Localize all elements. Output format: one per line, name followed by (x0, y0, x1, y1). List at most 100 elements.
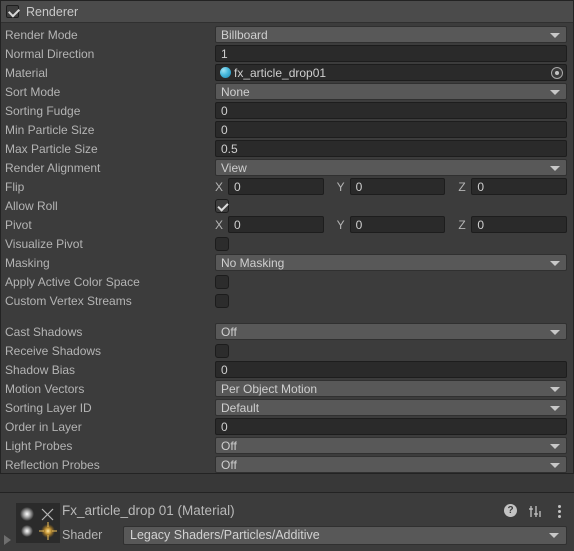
renderer-property-rows: Render Mode Billboard Normal Direction 1 Mat… (1, 23, 573, 474)
input-flip-x[interactable]: 0 (228, 178, 324, 195)
checkbox-custom-vertex-streams[interactable] (215, 293, 229, 308)
property-label: Normal Direction (5, 46, 95, 61)
renderer-title: Renderer (26, 4, 79, 19)
checkbox-wrapper (215, 235, 567, 252)
chevron-down-icon (550, 386, 560, 392)
property-label: Order in Layer (5, 419, 82, 434)
property-label: Render Alignment (5, 160, 101, 175)
menu-icon[interactable] (552, 504, 567, 519)
property-label: Custom Vertex Streams (5, 293, 132, 308)
property-label: Render Mode (5, 27, 78, 42)
property-label: Cast Shadows (5, 324, 83, 339)
input-max-particle-size[interactable]: 0.5 (215, 140, 567, 157)
help-icon[interactable]: ? (504, 504, 519, 519)
property-control: fx_article_drop01 (215, 64, 567, 81)
property-control: Billboard (215, 26, 567, 43)
property-control: Off (215, 456, 567, 473)
checkbox-receive-shadows[interactable] (215, 343, 229, 358)
checkbox-wrapper (215, 197, 567, 214)
input-sorting-fudge[interactable]: 0 (215, 102, 567, 119)
dropdown-reflection-probes[interactable]: Off (215, 456, 567, 473)
property-control (215, 273, 567, 290)
object-field-value: fx_article_drop01 (234, 65, 327, 80)
property-control (215, 342, 567, 359)
property-label: Motion Vectors (5, 381, 85, 396)
checkbox-apply-active-color-space[interactable] (215, 274, 229, 289)
material-preview-thumbnail (16, 503, 60, 543)
vector3-field: X0Y0Z0 (215, 216, 568, 233)
property-label: Receive Shadows (5, 343, 102, 358)
dropdown-light-probes[interactable]: Off (215, 437, 567, 454)
property-row: Material fx_article_drop01 (1, 63, 573, 82)
property-row: Receive Shadows (1, 341, 573, 360)
property-control: Off (215, 323, 567, 340)
material-sphere-icon (220, 67, 231, 78)
input-flip-z[interactable]: 0 (471, 178, 568, 195)
chevron-down-icon (550, 443, 560, 449)
property-row: Custom Vertex Streams (1, 291, 573, 310)
dropdown-value: Off (221, 324, 237, 339)
shader-row: Shader Legacy Shaders/Particles/Additive (62, 525, 567, 545)
property-control: 0 (215, 361, 567, 378)
shader-dropdown[interactable]: Legacy Shaders/Particles/Additive (123, 525, 567, 545)
renderer-enabled-checkbox[interactable] (6, 5, 19, 18)
renderer-component-header[interactable]: Renderer (1, 1, 573, 23)
input-flip-y[interactable]: 0 (349, 178, 446, 195)
property-control: 0 (215, 102, 567, 119)
input-pivot-z[interactable]: 0 (471, 216, 568, 233)
dropdown-value: View (221, 160, 247, 175)
checkbox-allow-roll[interactable] (215, 198, 229, 213)
property-row: Motion Vectors Per Object Motion (1, 379, 573, 398)
checkbox-visualize-pivot[interactable] (215, 236, 229, 251)
property-row: Order in Layer 0 (1, 417, 573, 436)
property-row: Max Particle Size 0.5 (1, 139, 573, 158)
property-row: Sorting Fudge 0 (1, 101, 573, 120)
property-control: No Masking (215, 254, 567, 271)
input-order-in-layer[interactable]: 0 (215, 418, 567, 435)
preset-icon[interactable] (528, 504, 543, 519)
checkbox-wrapper (215, 342, 567, 359)
dropdown-value: Per Object Motion (221, 381, 318, 396)
shader-dropdown-value: Legacy Shaders/Particles/Additive (130, 528, 320, 542)
material-foldout-triangle[interactable] (4, 535, 11, 545)
dropdown-sorting-layer-id[interactable]: Default (215, 399, 567, 416)
dropdown-render-mode[interactable]: Billboard (215, 26, 567, 43)
dropdown-masking[interactable]: No Masking (215, 254, 567, 271)
object-field-material[interactable]: fx_article_drop01 (215, 64, 567, 81)
input-normal-direction[interactable]: 1 (215, 45, 567, 62)
object-picker-icon[interactable] (551, 66, 563, 79)
property-control (215, 235, 567, 252)
dropdown-motion-vectors[interactable]: Per Object Motion (215, 380, 567, 397)
property-label: Min Particle Size (5, 122, 95, 137)
property-label: Masking (5, 255, 50, 270)
input-min-particle-size[interactable]: 0 (215, 121, 567, 138)
property-label: Flip (5, 179, 25, 194)
input-pivot-y[interactable]: 0 (349, 216, 446, 233)
property-label: Pivot (5, 217, 32, 232)
axis-label-y: Y (336, 179, 345, 194)
property-row: Sorting Layer ID Default (1, 398, 573, 417)
property-row: Light Probes Off (1, 436, 573, 455)
dropdown-value: None (221, 84, 250, 99)
property-control: 0 (215, 418, 567, 435)
property-label: Light Probes (5, 438, 73, 453)
dropdown-value: Billboard (221, 27, 268, 42)
property-row: Flip X 0 Y 0 Z 0 (1, 177, 573, 196)
input-pivot-x[interactable]: 0 (228, 216, 324, 233)
material-title: Fx_article_drop 01 (Material) (62, 503, 235, 518)
dropdown-sort-mode[interactable]: None (215, 83, 567, 100)
property-row: Masking No Masking (1, 253, 573, 272)
property-control (215, 292, 567, 309)
input-shadow-bias[interactable]: 0 (215, 361, 567, 378)
chevron-down-icon (550, 405, 560, 411)
checkbox-wrapper (215, 292, 567, 309)
dropdown-cast-shadows[interactable]: Off (215, 323, 567, 340)
renderer-component-panel: Renderer Render Mode Billboard Normal Dire… (0, 0, 574, 474)
property-label: Visualize Pivot (5, 236, 83, 251)
dropdown-render-alignment[interactable]: View (215, 159, 567, 176)
property-label: Allow Roll (5, 198, 58, 213)
chevron-down-icon (549, 533, 559, 538)
property-row: Min Particle Size 0 (1, 120, 573, 139)
property-control: None (215, 83, 567, 100)
property-control: 0 (215, 121, 567, 138)
